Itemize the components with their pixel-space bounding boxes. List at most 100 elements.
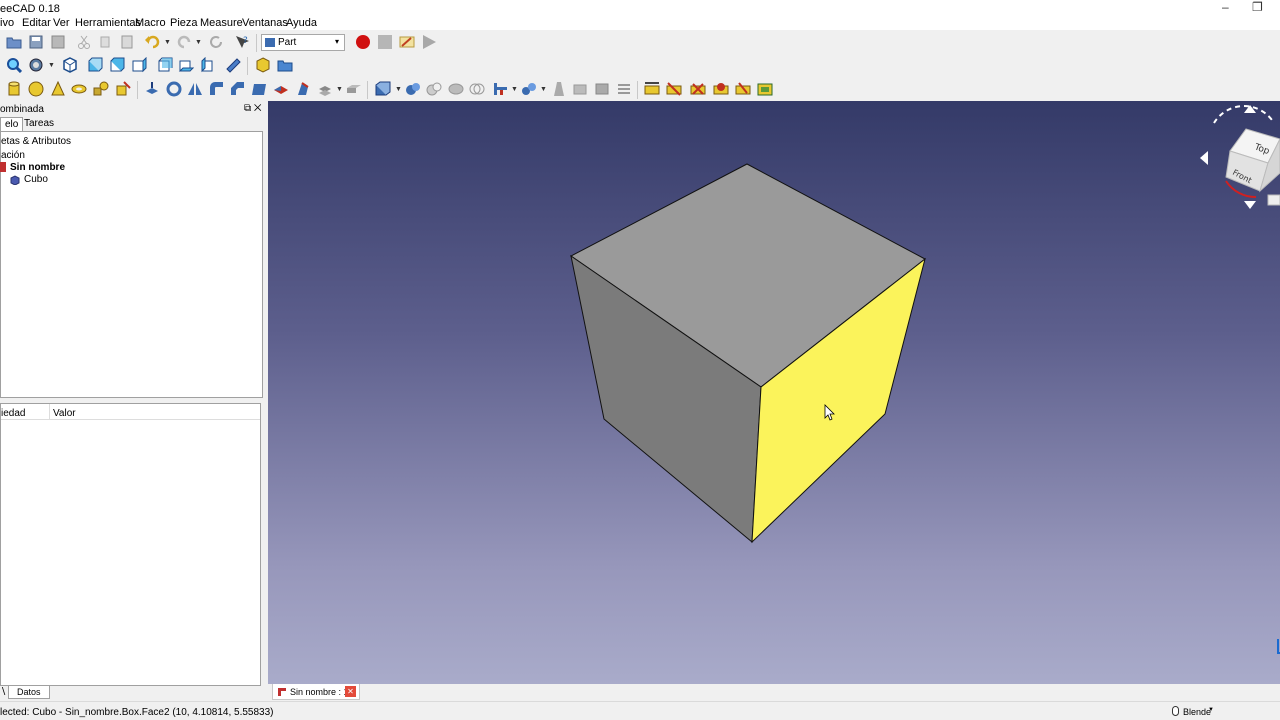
view-left-icon[interactable] bbox=[200, 57, 216, 73]
workbench-selector[interactable]: Part ▾ bbox=[261, 34, 345, 51]
cylinder-icon[interactable] bbox=[6, 81, 22, 97]
rotate-arrow-icon[interactable] bbox=[1213, 105, 1275, 124]
join-dropdown-icon[interactable]: ▼ bbox=[511, 86, 518, 93]
measure-linear-icon[interactable] bbox=[644, 81, 660, 97]
split-icon[interactable] bbox=[521, 81, 537, 97]
minimize-button[interactable]: – bbox=[1222, 0, 1229, 14]
navigation-style[interactable]: Blende bbox=[1183, 707, 1211, 717]
ruled-surface-icon[interactable] bbox=[273, 81, 289, 97]
navcube-corner[interactable] bbox=[1267, 194, 1280, 206]
draw-style-icon[interactable] bbox=[28, 57, 44, 73]
menu-ventanas[interactable]: Ventanas bbox=[242, 17, 288, 29]
close-tab-icon[interactable]: ✕ bbox=[345, 686, 356, 697]
boolean-icon[interactable] bbox=[405, 81, 421, 97]
tab-data[interactable]: Datos bbox=[8, 686, 50, 699]
projection-icon[interactable] bbox=[616, 81, 632, 97]
menu-herramientas[interactable]: Herramientas bbox=[75, 17, 141, 29]
primitives-icon[interactable] bbox=[93, 81, 109, 97]
title-bar: eeCAD 0.18 – ❐ bbox=[0, 0, 1280, 16]
nav-left-arrow-icon[interactable] bbox=[1200, 151, 1208, 165]
fillet-icon[interactable] bbox=[208, 81, 224, 97]
create-part-icon[interactable] bbox=[255, 57, 271, 73]
box-icon bbox=[10, 175, 20, 185]
restore-button[interactable]: ❐ bbox=[1252, 0, 1263, 14]
macro-stop-icon[interactable] bbox=[377, 34, 393, 50]
compound-dropdown-icon[interactable]: ▼ bbox=[395, 86, 402, 93]
paste-icon[interactable] bbox=[119, 34, 135, 50]
cut-icon[interactable] bbox=[76, 34, 92, 50]
split-dropdown-icon[interactable]: ▼ bbox=[540, 86, 547, 93]
menu-ver[interactable]: Ver bbox=[53, 17, 70, 29]
draw-style-dropdown-icon[interactable]: ▼ bbox=[48, 62, 55, 69]
save-icon[interactable] bbox=[28, 34, 44, 50]
copy-icon[interactable] bbox=[98, 34, 114, 50]
create-group-icon[interactable] bbox=[277, 57, 293, 73]
macro-record-icon[interactable] bbox=[355, 34, 371, 50]
navigation-cube[interactable]: Top Front bbox=[1200, 105, 1280, 209]
shape-builder-icon[interactable] bbox=[115, 81, 131, 97]
common-icon[interactable] bbox=[469, 81, 485, 97]
measure-refresh-icon[interactable] bbox=[690, 81, 706, 97]
cross-sections-icon[interactable] bbox=[594, 81, 610, 97]
cut-boolean-icon[interactable] bbox=[426, 81, 442, 97]
measure-toggle-delta-icon[interactable] bbox=[757, 81, 773, 97]
redo-icon[interactable] bbox=[176, 34, 192, 50]
menu-archivo[interactable]: ivo bbox=[0, 17, 14, 29]
menu-bar: ivo Editar Ver Herramientas Macro Pieza … bbox=[0, 16, 1280, 30]
menu-pieza[interactable]: Pieza bbox=[170, 17, 198, 29]
torus-icon[interactable] bbox=[71, 81, 87, 97]
sphere-icon[interactable] bbox=[28, 81, 44, 97]
fit-all-icon[interactable] bbox=[6, 57, 22, 73]
whats-this-icon[interactable]: ? bbox=[234, 34, 250, 50]
make-face-icon[interactable] bbox=[251, 81, 267, 97]
open-icon[interactable] bbox=[6, 34, 22, 50]
view-isometric-icon[interactable] bbox=[62, 57, 78, 73]
extrude-icon[interactable] bbox=[144, 81, 160, 97]
measure-angular-icon[interactable] bbox=[666, 81, 682, 97]
tree-object-cubo[interactable]: Cubo bbox=[24, 174, 48, 185]
loft-icon[interactable] bbox=[295, 81, 311, 97]
undo-dropdown-icon[interactable]: ▼ bbox=[164, 39, 171, 46]
tree-application: ación bbox=[1, 150, 25, 161]
compound-tools-icon[interactable] bbox=[375, 81, 391, 97]
offset-dropdown-icon[interactable]: ▼ bbox=[336, 86, 343, 93]
view-bottom-icon[interactable] bbox=[178, 57, 194, 73]
macro-run-icon[interactable] bbox=[421, 34, 437, 50]
fuse-icon[interactable] bbox=[448, 81, 464, 97]
navigation-style-dropdown-icon[interactable]: ▼ bbox=[1208, 707, 1214, 713]
menu-editar[interactable]: Editar bbox=[22, 17, 51, 29]
cube-model: Top Front bbox=[570, 105, 1280, 654]
toolbar-separator bbox=[256, 34, 257, 52]
view-rear-icon[interactable] bbox=[157, 57, 173, 73]
refresh-icon[interactable] bbox=[208, 34, 224, 50]
thickness-icon[interactable] bbox=[346, 81, 362, 97]
revolve-icon[interactable] bbox=[166, 81, 182, 97]
tree-document[interactable]: Sin nombre bbox=[10, 162, 65, 173]
view-front-icon[interactable] bbox=[87, 57, 103, 73]
menu-measure[interactable]: Measure bbox=[200, 17, 243, 29]
undo-icon[interactable] bbox=[145, 34, 161, 50]
nav-down-arrow-icon[interactable] bbox=[1244, 201, 1256, 209]
menu-macro[interactable]: Macro bbox=[135, 17, 166, 29]
redo-dropdown-icon[interactable]: ▼ bbox=[195, 39, 202, 46]
measure-clear-icon[interactable] bbox=[713, 81, 729, 97]
view-top-icon[interactable] bbox=[109, 57, 125, 73]
panel-float-close-icon[interactable]: ⧉ ✕ bbox=[244, 103, 262, 114]
3d-viewport[interactable]: Top Front bbox=[268, 101, 1280, 684]
macro-edit-icon[interactable] bbox=[399, 34, 415, 50]
view-right-icon[interactable] bbox=[131, 57, 147, 73]
save-as-icon[interactable] bbox=[50, 34, 66, 50]
section-icon[interactable] bbox=[572, 81, 588, 97]
tab-tasks[interactable]: Tareas bbox=[20, 117, 58, 131]
measure-distance-icon[interactable] bbox=[225, 57, 241, 73]
cone-icon[interactable] bbox=[50, 81, 66, 97]
document-tab[interactable]: Sin nombre : 1* ✕ bbox=[272, 684, 360, 700]
check-geometry-icon[interactable] bbox=[551, 81, 567, 97]
measure-toggle-3d-icon[interactable] bbox=[735, 81, 751, 97]
menu-ayuda[interactable]: Ayuda bbox=[286, 17, 317, 29]
offset-icon[interactable] bbox=[317, 81, 333, 97]
toolbar-separator bbox=[367, 81, 368, 99]
mirror-icon[interactable] bbox=[187, 81, 203, 97]
chamfer-icon[interactable] bbox=[229, 81, 245, 97]
join-features-icon[interactable] bbox=[492, 81, 508, 97]
